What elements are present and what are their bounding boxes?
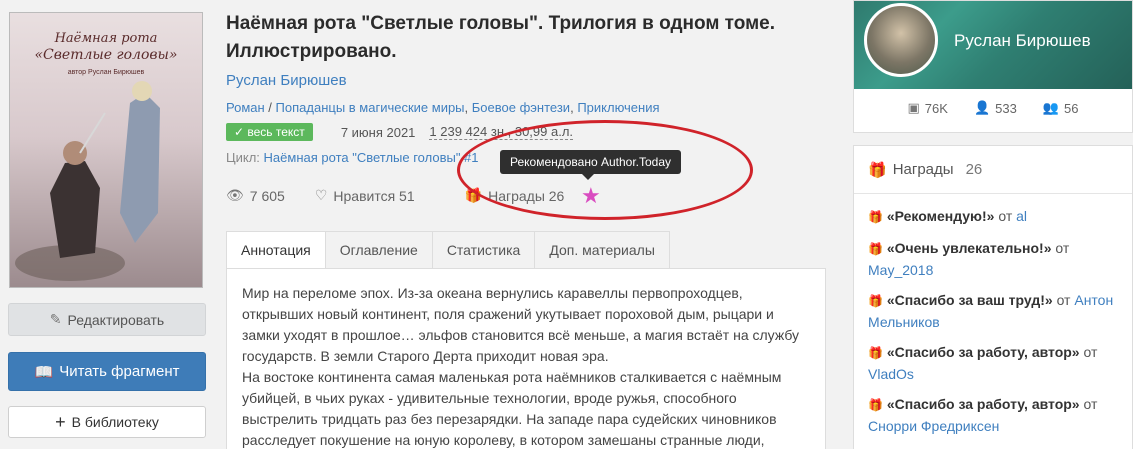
read-fragment-button[interactable]: 📖 Читать фрагмент	[8, 352, 206, 391]
gift-icon: 🎁	[868, 398, 883, 412]
genre-main-link[interactable]: Роман	[226, 100, 265, 115]
user-icon: 👤	[973, 101, 991, 116]
annotation-panel: Мир на переломе эпох. Из-за океана верну…	[226, 268, 826, 449]
gift-icon: 🎁	[868, 242, 883, 256]
plus-icon: +	[55, 411, 66, 432]
publish-date: 7 июня 2021	[340, 124, 416, 140]
book-cover-image[interactable]: Наёмная рота «Светлые головы» автор Русл…	[9, 12, 203, 288]
profile-stat-views[interactable]: ▣ 76K	[908, 101, 948, 116]
profile-stat-friends[interactable]: 👥 56	[1043, 101, 1079, 116]
profile-banner: Руслан Бирюшев	[854, 1, 1132, 89]
awards-count: 26	[965, 161, 983, 178]
book-author-link[interactable]: Руслан Бирюшев	[226, 72, 347, 89]
gift-icon: 🎁	[868, 160, 887, 179]
book-page: Наёмная рота «Светлые головы» автор Русл…	[0, 0, 1133, 449]
cover-author: автор Руслан Бирюшев	[67, 69, 145, 76]
profile-name[interactable]: Руслан Бирюшев	[954, 31, 1091, 51]
genre-link[interactable]: Попаданцы в магические миры	[276, 100, 465, 115]
cycle-label: Цикл:	[226, 150, 260, 165]
book-icon: ▣	[907, 101, 920, 116]
add-to-library-label: В библиотеку	[71, 414, 159, 430]
profile-stats: ▣ 76K 👤 533 👥 56	[854, 101, 1132, 116]
awards-panel: 🎁 Награды 26 🎁 «Рекомендую!» от al 🎁 «Оч…	[853, 145, 1133, 449]
tab-extra-materials[interactable]: Доп. материалы	[535, 231, 670, 269]
gift-icon: 🎁	[868, 210, 883, 224]
award-user-link[interactable]: Снорри Фредриксен	[868, 418, 999, 434]
recommended-tooltip: Рекомендовано Author.Today	[500, 150, 682, 180]
award-item: 🎁 «Спасибо за ваш труд!» от Антон Мельни…	[868, 292, 1114, 330]
genre-link[interactable]: Боевое фэнтези	[472, 100, 570, 115]
genre-list: Роман / Попаданцы в магические миры, Бое…	[226, 100, 660, 115]
heart-icon: ♡	[314, 188, 328, 204]
awards-title: Награды	[892, 161, 954, 178]
edit-button[interactable]: ✎ Редактировать	[8, 303, 206, 336]
award-item: 🎁 «Рекомендую!» от al	[868, 208, 1028, 224]
award-name: «Спасибо за работу, автор»	[886, 396, 1080, 412]
award-user-link[interactable]: VladOs	[868, 366, 914, 382]
book-title: Наёмная рота "Светлые головы". Трилогия …	[226, 13, 775, 62]
award-name: «Спасибо за работу, автор»	[886, 344, 1080, 360]
awards-header: 🎁 Награды 26	[854, 146, 1132, 194]
award-user-link[interactable]: al	[1016, 208, 1027, 224]
award-name: «Спасибо за ваш труд!»	[886, 292, 1053, 308]
like-button[interactable]: ♡ Нравится 51	[315, 188, 415, 204]
award-name: «Очень увлекательно!»	[886, 240, 1052, 256]
gift-icon: 🎁	[868, 294, 883, 308]
users-icon: 👥	[1042, 101, 1060, 116]
avatar[interactable]	[864, 3, 938, 77]
status-badge: ✓ весь текст	[226, 123, 313, 141]
tab-annotation[interactable]: Аннотация	[226, 231, 326, 269]
profile-stat-followers[interactable]: 👤 533	[974, 101, 1017, 116]
annotation-paragraph: Мир на переломе эпох. Из-за океана верну…	[242, 285, 800, 364]
award-item: 🎁 «Очень увлекательно!» от May_2018	[868, 240, 1070, 278]
tab-contents[interactable]: Оглавление	[325, 231, 433, 269]
add-to-library-button[interactable]: + В библиотеку	[8, 406, 206, 438]
views-count: 👁 7 605	[226, 188, 285, 204]
cover-title-line1: Наёмная рота	[54, 31, 158, 46]
pencil-icon: ✎	[49, 311, 62, 328]
book-tabs: Аннотация Оглавление Статистика Доп. мат…	[226, 231, 670, 269]
cover-title-line2: «Светлые головы»	[34, 47, 178, 63]
award-name: «Рекомендую!»	[886, 208, 995, 224]
genre-separator: /	[264, 100, 276, 115]
gift-icon: 🎁	[868, 346, 883, 360]
read-fragment-label: Читать фрагмент	[59, 363, 180, 380]
award-item: 🎁 «Спасибо за работу, автор» от Снорри Ф…	[868, 396, 1098, 434]
eye-icon: 👁	[226, 188, 244, 204]
edit-button-label: Редактировать	[67, 311, 165, 328]
cycle-row: Цикл: Наёмная рота "Светлые головы" #1	[226, 150, 479, 165]
tab-statistics[interactable]: Статистика	[432, 231, 536, 269]
award-item: 🎁 «Спасибо за работу, автор» от VladOs	[868, 344, 1098, 382]
cycle-link[interactable]: Наёмная рота "Светлые головы" #1	[264, 150, 479, 165]
book-icon: 📖	[34, 362, 54, 381]
annotation-paragraph: На востоке континента самая маленькая ро…	[242, 369, 782, 448]
genre-link[interactable]: Приключения	[577, 100, 659, 115]
author-profile-card: Руслан Бирюшев ▣ 76K 👤 533 👥 56	[853, 0, 1133, 133]
award-user-link[interactable]: May_2018	[868, 262, 933, 278]
